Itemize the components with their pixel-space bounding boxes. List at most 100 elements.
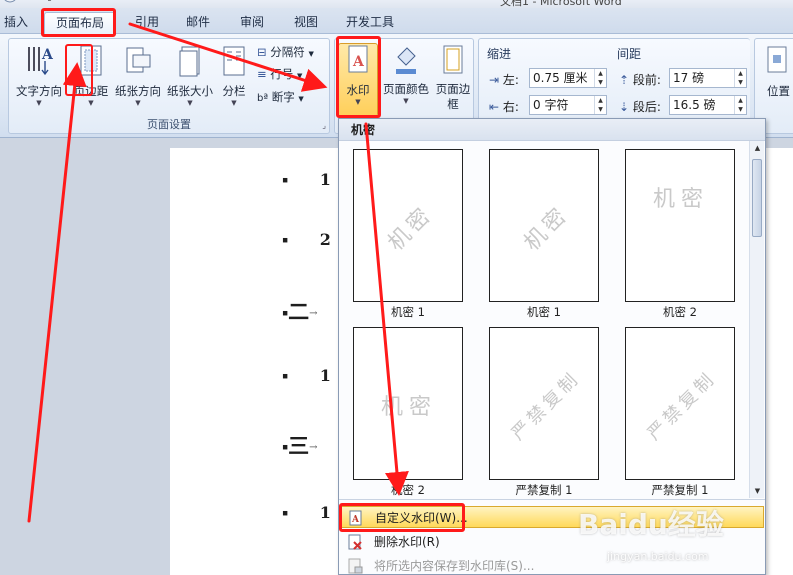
bullet: ▪ xyxy=(282,175,289,186)
doc-line-5: ▪三→ xyxy=(282,430,318,460)
baidu-url: jingyan.baidu.com xyxy=(607,550,709,563)
bullet: ▪ xyxy=(282,371,289,382)
annotation-box-watermark xyxy=(336,36,381,118)
spacing-before-input[interactable]: 17 磅 ▲ ▼ xyxy=(669,68,747,88)
size-button[interactable]: 纸张大小 ▼ xyxy=(165,43,215,107)
spacing-after-text: 段后: xyxy=(632,100,661,114)
page-borders-label: 页面边框 xyxy=(435,82,471,111)
chevron-down-icon: ▼ xyxy=(403,97,409,105)
ribbon-tab-row: 插入 页面布局 引用 邮件 审阅 视图 开发工具 xyxy=(0,8,793,34)
doc-line-4: ▪ 1 xyxy=(282,366,331,385)
spinner-icon[interactable]: ▲ ▼ xyxy=(734,69,746,87)
line-numbers-label: 行号 xyxy=(270,67,294,81)
spinner-icon[interactable]: ▲ ▼ xyxy=(734,96,746,114)
menu-divider xyxy=(339,499,765,500)
watermark-caption: 机密 2 xyxy=(391,483,425,497)
page-setup-group: A 文字方向 ▼ 页边距 ▼ 纸张方向 ▼ 纸张大小 ▼ 分栏 ▼ ⊟ 分隔符 … xyxy=(8,38,330,134)
chevron-down-icon: ▼ xyxy=(88,99,94,107)
tab-review[interactable]: 审阅 xyxy=(234,12,270,34)
spacing-after-input[interactable]: 16.5 磅 ▲ ▼ xyxy=(669,95,747,115)
watermark-preview: 机密 xyxy=(652,186,709,212)
size-label: 纸张大小 xyxy=(167,84,213,98)
annotation-box-page-layout xyxy=(41,8,116,37)
doc-line-text: 1 xyxy=(319,170,331,189)
indent-right-icon: ⇤ xyxy=(489,100,500,114)
annotation-box-custom-watermark xyxy=(339,503,465,532)
tab-insert[interactable]: 插入 xyxy=(0,12,32,34)
spinner-icon[interactable]: ▲ ▼ xyxy=(594,96,606,114)
tab-mark: → xyxy=(309,442,318,453)
tab-mark: → xyxy=(309,308,318,319)
doc-line-1: ▪ 1 xyxy=(282,170,331,189)
watermark-option[interactable]: 机密 xyxy=(489,149,599,302)
watermark-option[interactable]: 机密 xyxy=(353,149,463,302)
indent-left-input[interactable]: 0.75 厘米 ▲ ▼ xyxy=(529,68,607,88)
spacing-before-text: 段前: xyxy=(632,73,661,87)
title-bar: 文档1 - Microsoft Word xyxy=(0,0,793,8)
orientation-button[interactable]: 纸张方向 ▼ xyxy=(113,43,163,107)
doc-line-text: 二 xyxy=(288,299,310,324)
scroll-up-icon[interactable]: ▲ xyxy=(750,141,765,155)
svg-text:A: A xyxy=(41,47,54,63)
spacing-before-value: 17 磅 xyxy=(673,71,705,85)
spacing-before-label: ⇡ 段前: xyxy=(619,71,661,88)
remove-watermark-icon xyxy=(348,534,362,550)
page-setup-group-label: 页面设置 xyxy=(147,118,191,131)
chevron-down-icon: ▼ xyxy=(296,72,303,80)
indent-left-icon: ⇥ xyxy=(489,73,500,87)
hyphenation-icon: bª xyxy=(257,93,269,104)
spacing-after-label: ⇣ 段后: xyxy=(619,98,661,115)
scrollbar-thumb[interactable] xyxy=(752,159,762,237)
bullet: ▪ xyxy=(282,235,289,246)
dialog-launcher-icon[interactable]: ⌟ xyxy=(322,121,326,130)
line-numbers-button[interactable]: ≡ 行号 ▼ xyxy=(257,66,302,82)
indent-left-value: 0.75 厘米 xyxy=(533,71,588,85)
spinner-icon[interactable]: ▲ ▼ xyxy=(594,69,606,87)
bullet: ▪ xyxy=(282,508,289,519)
watermark-option[interactable]: 机密 xyxy=(353,327,463,480)
indent-right-text: 右: xyxy=(502,100,519,114)
doc-line-3: ▪二→ xyxy=(282,296,318,326)
page-borders-icon xyxy=(443,45,463,74)
hyphenation-button[interactable]: bª 断字 ▼ xyxy=(257,89,304,105)
chevron-down-icon: ▼ xyxy=(135,99,141,107)
chevron-down-icon: ▼ xyxy=(308,50,314,58)
watermark-option[interactable]: 严禁复制 xyxy=(489,327,599,480)
tab-developer[interactable]: 开发工具 xyxy=(340,12,400,34)
text-direction-button[interactable]: A 文字方向 ▼ xyxy=(13,43,65,107)
watermark-option[interactable]: 严禁复制 xyxy=(625,327,735,480)
save-to-gallery-icon xyxy=(348,558,363,574)
breaks-label: 分隔符 xyxy=(270,45,305,59)
watermark-caption: 机密 1 xyxy=(391,305,425,319)
doc-line-text: 1 xyxy=(319,366,331,385)
breaks-button[interactable]: ⊟ 分隔符 ▼ xyxy=(257,44,314,60)
indent-right-label: ⇤ 右: xyxy=(489,98,519,115)
scroll-down-icon[interactable]: ▼ xyxy=(750,484,765,498)
indent-left-label: ⇥ 左: xyxy=(489,71,519,88)
tab-view[interactable]: 视图 xyxy=(288,12,324,34)
quick-access-toolbar[interactable] xyxy=(0,0,60,6)
page-borders-button[interactable]: 页面边框 xyxy=(435,43,471,112)
page-color-button[interactable]: 页面颜色 ▼ xyxy=(381,43,431,105)
chevron-down-icon: ▼ xyxy=(36,99,42,107)
text-direction-icon: A xyxy=(28,47,54,76)
orientation-icon xyxy=(126,47,151,73)
annotation-box-margins xyxy=(65,44,93,96)
chevron-down-icon: ▼ xyxy=(231,99,237,107)
position-icon xyxy=(767,46,787,73)
tab-references[interactable]: 引用 xyxy=(130,12,164,34)
columns-button[interactable]: 分栏 ▼ xyxy=(217,43,251,107)
gallery-scrollbar[interactable]: ▲ ▼ xyxy=(749,141,764,498)
watermark-preview: 机密 xyxy=(380,394,437,420)
doc-line-text: 1 xyxy=(319,503,331,522)
indent-right-input[interactable]: 0 字符 ▲ ▼ xyxy=(529,95,607,115)
watermark-option[interactable]: 机密 xyxy=(625,149,735,302)
watermark-preview: 机密 xyxy=(519,201,574,256)
page-size-icon xyxy=(179,46,200,77)
gallery-header: 机密 xyxy=(339,119,765,141)
watermark-caption: 严禁复制 1 xyxy=(651,483,709,497)
position-button[interactable]: 位置 xyxy=(767,83,790,99)
tab-mailings[interactable]: 邮件 xyxy=(180,12,216,34)
watermark-caption: 机密 2 xyxy=(663,305,697,319)
indent-left-text: 左: xyxy=(502,73,519,87)
